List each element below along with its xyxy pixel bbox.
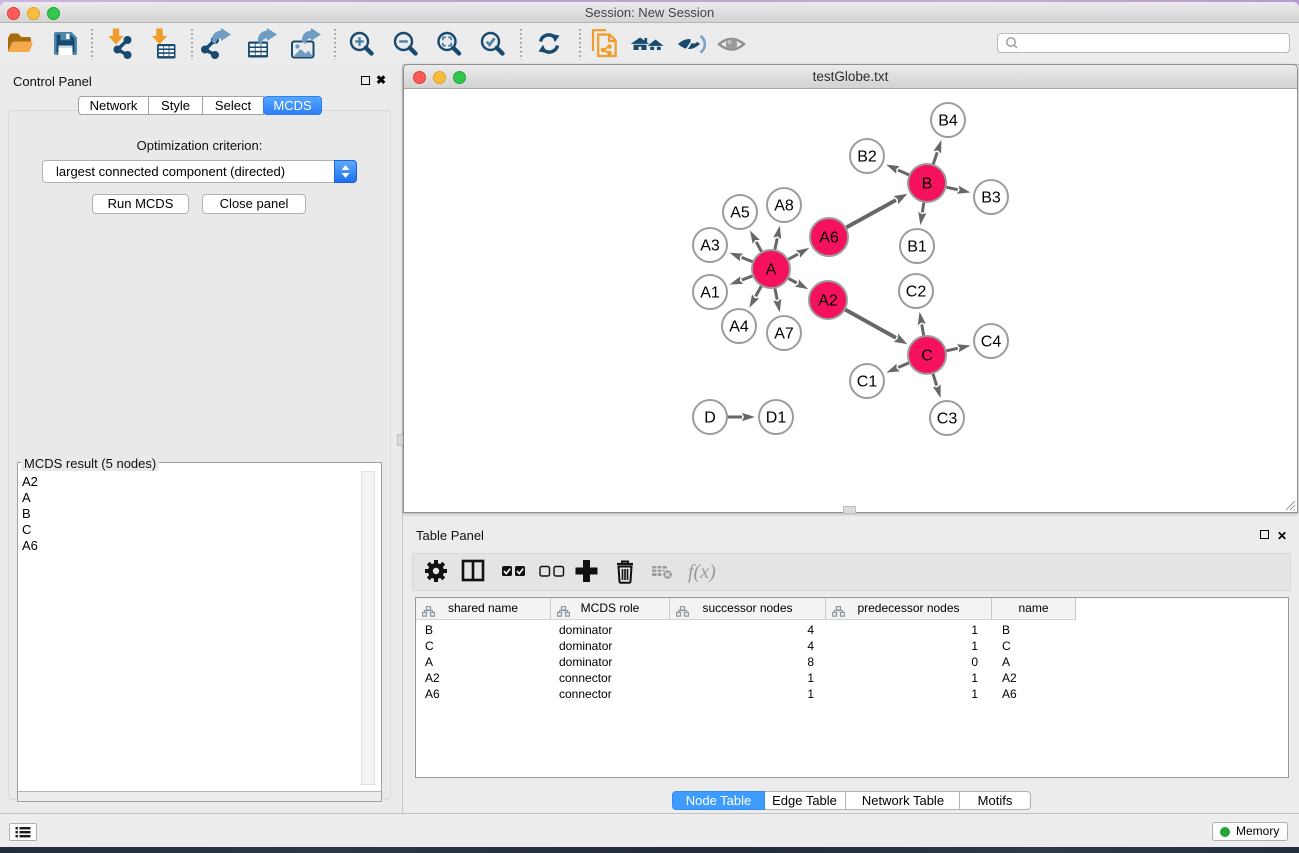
svg-text:A7: A7 [774, 326, 794, 343]
svg-text:f(x): f(x) [688, 561, 716, 583]
svg-text:C3: C3 [937, 411, 958, 428]
svg-text:A: A [766, 262, 777, 279]
svg-text:B1: B1 [907, 239, 927, 256]
svg-text:B3: B3 [981, 190, 1001, 207]
svg-text:C: C [921, 348, 933, 365]
svg-text:A8: A8 [774, 198, 794, 215]
svg-text:B2: B2 [857, 149, 877, 166]
svg-text:D1: D1 [766, 410, 787, 427]
svg-text:A2: A2 [818, 293, 838, 310]
svg-text:C1: C1 [857, 374, 878, 391]
svg-text:A1: A1 [700, 285, 720, 302]
svg-text:C4: C4 [981, 334, 1002, 351]
svg-text:A3: A3 [700, 238, 720, 255]
svg-text:A5: A5 [730, 205, 750, 222]
svg-text:D: D [704, 410, 716, 427]
svg-text:B: B [922, 176, 933, 193]
svg-text:A6: A6 [819, 230, 839, 247]
svg-text:B4: B4 [938, 113, 958, 130]
svg-text:A4: A4 [729, 319, 749, 336]
svg-text:C2: C2 [906, 284, 927, 301]
